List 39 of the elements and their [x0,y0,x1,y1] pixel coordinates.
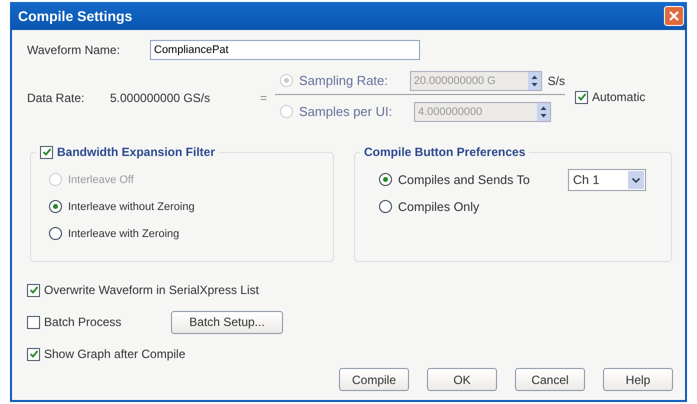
checkbox-label: Overwrite Waveform in SerialXpress List [44,283,259,297]
field-label: Waveform Name: [27,43,121,57]
radio-label: Interleave with Zeroing [68,228,180,240]
radio-label: Interleave Off [68,174,134,186]
radio-button[interactable] [379,200,392,213]
radio-button[interactable] [49,227,62,240]
close-button[interactable] [664,6,684,26]
checkbox[interactable] [575,90,588,104]
field-label: Data Rate: [27,91,86,105]
checkbox[interactable] [27,348,40,360]
waveform-name-field[interactable]: CompliancePat [150,40,420,60]
batch-setup-button[interactable]: Batch Setup... [171,310,283,334]
spin-arrows-icon[interactable] [528,72,541,90]
checkbox-label: Show Graph after Compile [44,347,186,361]
checkbox[interactable] [40,146,53,158]
channel-dropdown[interactable]: Ch 1 [568,168,646,190]
group-title: Compile Button Preferences [364,145,526,159]
checkbox-label: Automatic [592,90,646,104]
radio-label: Samples per UI: [299,104,394,119]
dialog-button[interactable]: Compile [339,368,409,391]
unit-label: S/s [548,74,565,88]
dialog-button[interactable]: OK [427,368,497,391]
radio-label: Sampling Rate: [299,73,389,88]
data-rate-value: 5.000000000 GS/s [110,91,212,105]
spin-arrows-icon[interactable] [537,102,550,120]
checkbox[interactable] [27,316,40,328]
window-title: Compile Settings [18,8,132,24]
group-title: Bandwidth Expansion Filter [57,145,216,159]
equals-sign: = [260,91,268,105]
radio-button[interactable] [379,173,392,186]
radio-label: Compiles and Sends To [398,172,531,186]
dialog-button[interactable]: Cancel [515,368,585,391]
radio-button[interactable] [49,200,62,213]
checkbox-label: Batch Process [44,315,122,329]
radio-label: Compiles Only [398,200,480,214]
checkbox[interactable] [27,284,40,296]
radio-label: Interleave without Zeroing [68,200,195,212]
close-icon [668,10,680,22]
dialog-button[interactable]: Help [603,368,673,391]
